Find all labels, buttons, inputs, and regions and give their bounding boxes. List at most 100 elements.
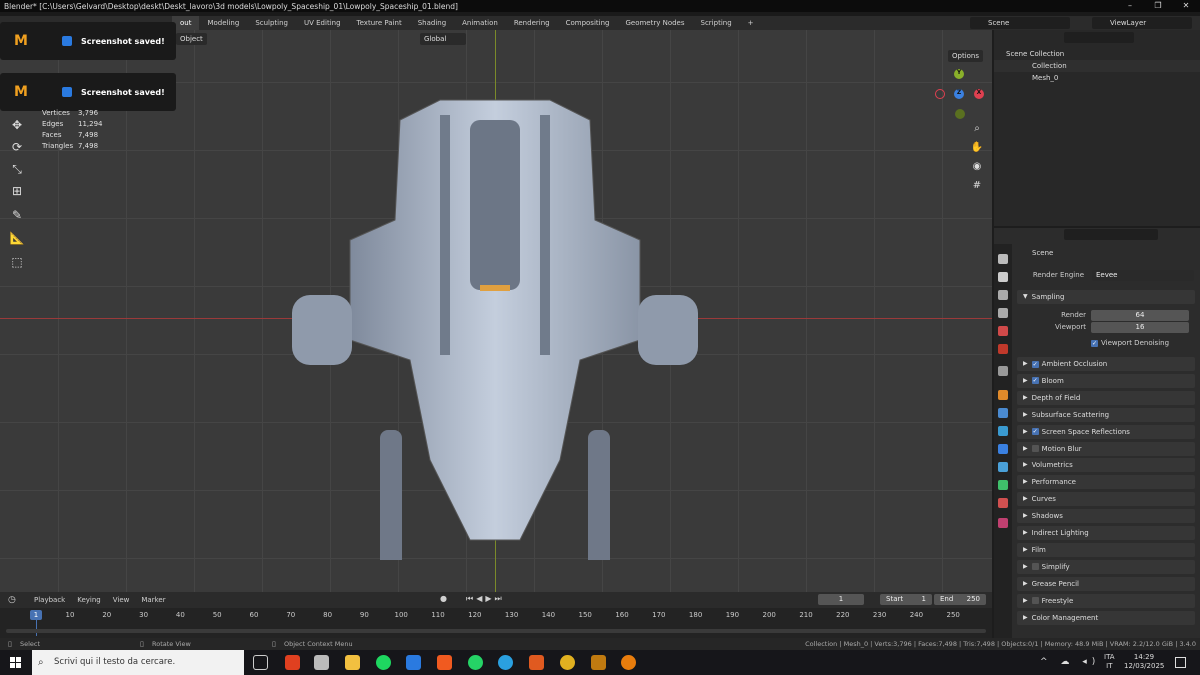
modifier-tab-icon[interactable] xyxy=(998,408,1008,418)
checkbox-icon[interactable] xyxy=(1031,597,1039,605)
transform-orientation-dropdown[interactable]: Global xyxy=(420,33,466,45)
app-icon-1[interactable] xyxy=(285,655,300,670)
sampling-panel-header[interactable]: ▼ Sampling xyxy=(1017,290,1195,304)
outliner-search-input[interactable] xyxy=(1064,32,1134,43)
panel-header[interactable]: ▶ ✓ Screen Space Reflections xyxy=(1017,424,1195,439)
panel-header[interactable]: ▶ Grease Pencil xyxy=(1017,576,1195,591)
tab-sculpting[interactable]: Sculpting xyxy=(247,16,296,30)
marker-menu[interactable]: Marker xyxy=(135,596,171,604)
maximize-button[interactable]: ❐ xyxy=(1144,0,1172,12)
tab-layout[interactable]: out xyxy=(172,16,200,30)
render-tab-icon[interactable] xyxy=(998,272,1008,282)
playhead[interactable]: 1 xyxy=(30,610,42,620)
render-engine-dropdown[interactable]: Eevee xyxy=(1092,270,1194,281)
view-layer-tab-icon[interactable] xyxy=(998,308,1008,318)
panel-header[interactable]: ▶ Shadows xyxy=(1017,509,1195,524)
panel-header[interactable]: ▶ Freestyle xyxy=(1017,593,1195,608)
checkbox-icon[interactable]: ✓ xyxy=(1031,360,1039,368)
panel-header[interactable]: ▶ Subsurface Scattering xyxy=(1017,407,1195,422)
camera-view-icon[interactable]: ◉ xyxy=(970,160,984,174)
ortho-grid-icon[interactable]: # xyxy=(970,179,984,193)
view-menu[interactable]: View xyxy=(107,596,136,604)
tab-rendering[interactable]: Rendering xyxy=(506,16,558,30)
tab-modeling[interactable]: Modeling xyxy=(199,16,247,30)
clock[interactable]: 14:29 12/03/2025 xyxy=(1124,653,1164,671)
timeline-scrollbar[interactable] xyxy=(6,629,986,633)
output-tab-icon[interactable] xyxy=(998,290,1008,300)
spotify-icon[interactable] xyxy=(376,655,391,670)
checkbox-icon[interactable]: ✓ xyxy=(1031,377,1039,385)
panel-header[interactable]: ▶ Volumetrics xyxy=(1017,458,1195,473)
panel-header[interactable]: ▶ Depth of Field xyxy=(1017,390,1195,405)
file-explorer-icon[interactable] xyxy=(345,655,360,670)
texture-tab-icon[interactable] xyxy=(998,518,1008,528)
whatsapp-icon[interactable] xyxy=(468,655,483,670)
scene-collection-row[interactable]: Scene Collection xyxy=(994,48,1200,60)
options-dropdown[interactable]: Options xyxy=(948,50,984,62)
notification-icon[interactable] xyxy=(1175,657,1186,668)
current-frame-field[interactable]: 1 xyxy=(818,594,864,605)
render-samples-field[interactable]: 64 xyxy=(1091,310,1189,321)
viewport-denoising-checkbox[interactable]: ✓ Viewport Denoising xyxy=(1091,339,1169,347)
windows-start-icon[interactable] xyxy=(10,657,21,668)
mesh-row[interactable]: Mesh_0 xyxy=(994,72,1200,84)
chrome-icon[interactable] xyxy=(560,655,575,670)
panel-header[interactable]: ▶ Simplify xyxy=(1017,559,1195,574)
gizmo-neg-y[interactable] xyxy=(955,109,965,119)
checkbox-icon[interactable]: ✓ xyxy=(1031,428,1039,436)
collection-tab-icon[interactable] xyxy=(998,366,1008,376)
taskbar-search-input[interactable]: ⌕ Scrivi qui il testo da cercare. xyxy=(32,650,244,675)
world-tab-icon[interactable] xyxy=(998,344,1008,354)
tab-compositing[interactable]: Compositing xyxy=(558,16,618,30)
3d-viewport[interactable] xyxy=(0,30,992,592)
object-menu[interactable]: Object xyxy=(176,33,207,45)
blender-icon[interactable] xyxy=(621,655,636,670)
particles-tab-icon[interactable] xyxy=(998,426,1008,436)
tab-shading[interactable]: Shading xyxy=(410,16,454,30)
physics-tab-icon[interactable] xyxy=(998,444,1008,454)
close-button[interactable]: ✕ xyxy=(1172,0,1200,12)
data-tab-icon[interactable] xyxy=(998,480,1008,490)
gizmo-y-axis[interactable]: Y xyxy=(954,69,964,79)
panel-header[interactable]: ▶ Color Management xyxy=(1017,610,1195,625)
brave-icon[interactable] xyxy=(437,655,452,670)
transform-tool-icon[interactable]: ⊞ xyxy=(6,181,28,201)
scene-selector[interactable]: Scene xyxy=(970,17,1070,29)
material-tab-icon[interactable] xyxy=(998,498,1008,508)
rotate-tool-icon[interactable]: ⟳ xyxy=(6,137,28,157)
telegram-icon[interactable] xyxy=(498,655,513,670)
minimize-button[interactable]: – xyxy=(1116,0,1144,12)
viewport-samples-field[interactable]: 16 xyxy=(1091,322,1189,333)
brave-beta-icon[interactable] xyxy=(529,655,544,670)
record-icon[interactable]: ● xyxy=(440,594,447,603)
panel-header[interactable]: ▶ Indirect Lighting xyxy=(1017,526,1195,540)
spaceship-mesh[interactable] xyxy=(280,80,710,560)
task-view-icon[interactable] xyxy=(253,655,268,670)
panel-header[interactable]: ▶ Motion Blur xyxy=(1017,441,1195,456)
app-icon-m[interactable] xyxy=(591,655,606,670)
tab-uv-editing[interactable]: UV Editing xyxy=(296,16,349,30)
view-layer-selector[interactable]: ViewLayer xyxy=(1092,17,1192,29)
gizmo-z-axis[interactable]: Z xyxy=(954,89,964,99)
playback-controls-icon[interactable]: ⏮◀▶⏭ xyxy=(466,594,505,604)
object-tab-icon[interactable] xyxy=(998,390,1008,400)
gizmo-neg-x[interactable] xyxy=(935,89,945,99)
tool-tab-icon[interactable] xyxy=(998,254,1008,264)
collection-row[interactable]: Collection xyxy=(994,60,1200,72)
mail-icon[interactable] xyxy=(406,655,421,670)
scale-tool-icon[interactable]: ⤡ xyxy=(6,159,28,179)
properties-search-input[interactable] xyxy=(1064,229,1158,240)
outliner[interactable]: Scene Collection Collection Mesh_0 xyxy=(994,30,1200,226)
clock-icon[interactable]: ◷ xyxy=(8,595,28,605)
tab-geometry-nodes[interactable]: Geometry Nodes xyxy=(617,16,692,30)
annotate-tool-icon[interactable]: ✎ xyxy=(6,205,28,225)
checkbox-icon[interactable] xyxy=(1031,445,1039,452)
playback-menu[interactable]: Playback xyxy=(28,596,71,604)
pan-hand-icon[interactable]: ✋ xyxy=(970,141,984,155)
zoom-icon[interactable]: ⌕ xyxy=(970,122,984,136)
keying-menu[interactable]: Keying xyxy=(71,596,107,604)
panel-header[interactable]: ▶ Curves xyxy=(1017,492,1195,507)
printer-icon[interactable] xyxy=(314,655,329,670)
end-frame-field[interactable]: End 250 xyxy=(934,594,986,605)
tab-scripting[interactable]: Scripting xyxy=(693,16,740,30)
